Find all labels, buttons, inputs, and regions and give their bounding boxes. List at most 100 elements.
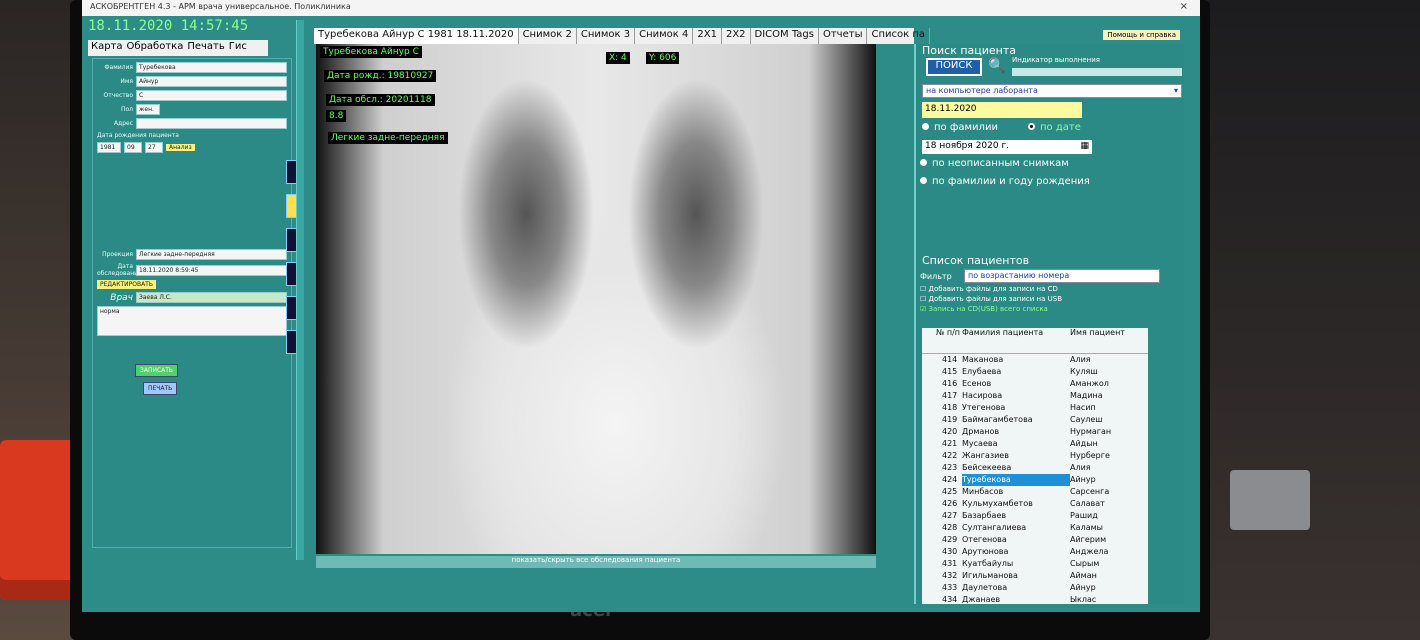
close-icon[interactable]: × bbox=[1180, 1, 1188, 12]
field-patronymic: Отчество С bbox=[97, 90, 287, 101]
notes-field[interactable]: норма bbox=[97, 306, 287, 336]
row-number: 422 bbox=[942, 451, 958, 460]
table-row[interactable]: 418 Утегенова Насип bbox=[922, 402, 1148, 414]
row-number: 426 bbox=[942, 499, 958, 508]
table-row[interactable]: 429 Отегенова Айгерим bbox=[922, 534, 1148, 546]
filter-select[interactable]: по возрастанию номера bbox=[964, 269, 1160, 283]
patient-card-panel: Фамилия Туребекова Имя Айнур Отчество С Пол… bbox=[92, 58, 292, 548]
tab-reports[interactable]: Отчеты bbox=[819, 28, 868, 44]
birth-year[interactable]: 1981 bbox=[97, 142, 121, 153]
table-row[interactable]: 415 Елубаева Куляш bbox=[922, 366, 1148, 378]
table-row[interactable]: 424 Туребекова Айнур bbox=[922, 474, 1148, 486]
panel-splitter[interactable] bbox=[296, 20, 304, 560]
table-row[interactable]: 420 Дрманов Нурмаган bbox=[922, 426, 1148, 438]
surname-field[interactable]: Туребекова bbox=[136, 62, 287, 73]
xray-viewer[interactable]: Туребекова Айнур С X: 4 Y: 606 Дата рожд… bbox=[316, 44, 876, 554]
table-row[interactable]: 419 Баймагамбетова Саулеш bbox=[922, 414, 1148, 426]
field-surname: Фамилия Туребекова bbox=[97, 62, 287, 73]
row-surname: Джанаев bbox=[962, 595, 1001, 604]
table-row[interactable]: 421 Мусаева Айдын bbox=[922, 438, 1148, 450]
tab-image-3[interactable]: Снимок 3 bbox=[577, 28, 636, 44]
table-row[interactable]: 427 Базарбаев Рашид bbox=[922, 510, 1148, 522]
menu-card[interactable]: Карта bbox=[91, 41, 123, 55]
exam-date-row: Дата обследования 18.11.2020 8:59:45 bbox=[97, 263, 287, 277]
tab-patient-list[interactable]: Список па bbox=[867, 28, 930, 44]
table-row[interactable]: 417 Насирова Мадина bbox=[922, 390, 1148, 402]
row-surname: Баймагамбетова bbox=[962, 415, 1033, 424]
edit-button[interactable]: РЕДАКТИРОВАТЬ bbox=[97, 280, 156, 289]
row-surname: Отегенова bbox=[962, 535, 1007, 544]
tab-2x1[interactable]: 2Х1 bbox=[693, 28, 722, 44]
menu-print[interactable]: Печать bbox=[187, 41, 224, 55]
background-device bbox=[1230, 470, 1310, 530]
search-button[interactable]: ПОИСК bbox=[926, 58, 982, 76]
row-name: Аманжол bbox=[1070, 379, 1109, 388]
row-number: 423 bbox=[942, 463, 958, 472]
row-surname: Даулетова bbox=[962, 583, 1008, 592]
clock-display: 18.11.2020 14:57:45 bbox=[88, 18, 249, 34]
radio-by-date[interactable]: по дате bbox=[1028, 122, 1081, 133]
table-row[interactable]: 416 Есенов Аманжол bbox=[922, 378, 1148, 390]
row-name: Насип bbox=[1070, 403, 1096, 412]
patient-list-panel: Список пациентов Фильтр по возрастанию н… bbox=[916, 254, 1178, 604]
write-all-checkbox[interactable]: ☑ Запись на CD(USB) всего списка bbox=[920, 305, 1174, 313]
tab-image-4[interactable]: Снимок 4 bbox=[635, 28, 694, 44]
doctor-field[interactable]: Заева Л.С. bbox=[136, 292, 287, 303]
sex-field[interactable]: жен. bbox=[136, 104, 160, 115]
row-name: Ыклас bbox=[1070, 595, 1097, 604]
table-row[interactable]: 433 Даулетова Айнур bbox=[922, 582, 1148, 594]
analysis-button[interactable]: Анализ bbox=[166, 144, 195, 151]
patient-list-title: Список пациентов bbox=[922, 254, 1030, 267]
edit-row: РЕДАКТИРОВАТЬ bbox=[97, 280, 287, 289]
row-name: Алия bbox=[1070, 463, 1091, 472]
table-body: 414 Маканова Алия 415 Елубаева Куляш 416 Есенов… bbox=[922, 354, 1148, 604]
table-row[interactable]: 432 Игильманова Айман bbox=[922, 570, 1148, 582]
row-number: 425 bbox=[942, 487, 958, 496]
location-select[interactable]: на компьютере лаборанта ▾ bbox=[922, 84, 1182, 98]
row-number: 433 bbox=[942, 583, 958, 592]
radio-unread[interactable]: по неописанным снимкам bbox=[920, 158, 1069, 169]
table-row[interactable]: 414 Маканова Алия bbox=[922, 354, 1148, 366]
show-hide-studies-link[interactable]: показать/скрыть все обследования пациент… bbox=[316, 556, 876, 568]
radio-by-surname[interactable]: по фамилии bbox=[922, 122, 998, 133]
tab-image-2[interactable]: Снимок 2 bbox=[519, 28, 577, 44]
row-name: Айнур bbox=[1070, 583, 1096, 592]
row-number: 424 bbox=[942, 475, 958, 484]
table-row[interactable]: 434 Джанаев Ыклас bbox=[922, 594, 1148, 604]
row-name: Мадина bbox=[1070, 391, 1103, 400]
app-screen: АСКОБРЕНТГЕН 4.3 - АРМ врача универсальн… bbox=[82, 0, 1200, 612]
menu-gis[interactable]: Гис bbox=[229, 41, 247, 55]
table-row[interactable]: 428 Султангалиева Каламы bbox=[922, 522, 1148, 534]
menu-processing[interactable]: Обработка bbox=[127, 41, 184, 55]
row-name: Каламы bbox=[1070, 523, 1103, 532]
address-field[interactable] bbox=[136, 118, 287, 129]
table-row[interactable]: 431 Куатбайулы Сырым bbox=[922, 558, 1148, 570]
image-tabs: Туребекова Айнур С 1981 18.11.2020 Снимо… bbox=[314, 28, 930, 44]
table-row[interactable]: 426 Кульмухамбетов Салават bbox=[922, 498, 1148, 510]
row-surname: Мусаева bbox=[962, 439, 998, 448]
birth-month[interactable]: 09 bbox=[124, 142, 142, 153]
date-field[interactable]: 18.11.2020 bbox=[922, 102, 1082, 118]
table-row[interactable]: 423 Бейсекеева Алия bbox=[922, 462, 1148, 474]
save-button[interactable]: ЗАПИСАТЬ bbox=[135, 364, 179, 377]
table-row[interactable]: 425 Минбасов Сарсенга bbox=[922, 486, 1148, 498]
radio-surname-year[interactable]: по фамилии и году рождения bbox=[920, 176, 1090, 187]
row-surname: Минбасов bbox=[962, 487, 1004, 496]
tab-dicom-tags[interactable]: DICOM Tags bbox=[751, 28, 819, 44]
tab-2x2[interactable]: 2Х2 bbox=[722, 28, 751, 44]
row-name: Рашид bbox=[1070, 511, 1098, 520]
add-cd-checkbox[interactable]: ☐ Добавить файлы для записи на CD bbox=[920, 285, 1174, 293]
birth-day[interactable]: 27 bbox=[145, 142, 163, 153]
print-button[interactable]: ПЕЧАТЬ bbox=[143, 382, 178, 395]
overlay-birth: Дата рожд.: 19810927 bbox=[324, 70, 437, 82]
date-picker[interactable]: 18 ноября 2020 г. ▦ bbox=[922, 140, 1092, 154]
table-row[interactable]: 430 Арутюнова Анджела bbox=[922, 546, 1148, 558]
patronymic-field[interactable]: С bbox=[136, 90, 287, 101]
table-row[interactable]: 422 Жангазиев Нурберге bbox=[922, 450, 1148, 462]
help-button[interactable]: Помощь и справка bbox=[1103, 30, 1180, 40]
name-field[interactable]: Айнур bbox=[136, 76, 287, 87]
patient-table: № п/п Фамилия пациента Имя пациент 414 Ма… bbox=[922, 328, 1148, 604]
notes-area: норма bbox=[97, 306, 287, 336]
tab-study[interactable]: Туребекова Айнур С 1981 18.11.2020 bbox=[314, 28, 519, 44]
add-usb-checkbox[interactable]: ☐ Добавить файлы для записи на USB bbox=[920, 295, 1174, 303]
